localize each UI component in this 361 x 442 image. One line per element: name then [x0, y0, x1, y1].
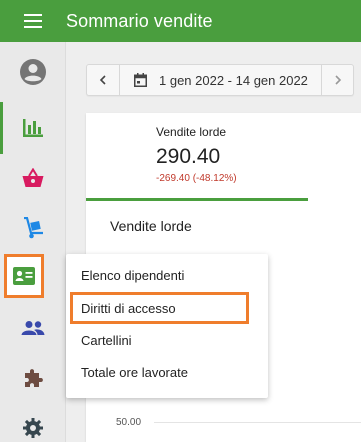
chart-title: Vendite lorde — [110, 218, 192, 234]
calendar-icon — [134, 73, 147, 87]
sidebar — [0, 42, 66, 442]
top-app-bar: Sommario vendite — [0, 0, 361, 42]
sidebar-item-inventory[interactable] — [0, 202, 66, 254]
menu-item-employee-list[interactable]: Elenco dipendenti — [66, 259, 268, 291]
sidebar-item-employees[interactable] — [4, 254, 44, 298]
metric-label: Vendite lorde — [156, 125, 227, 139]
basket-icon — [22, 168, 44, 187]
y-axis-tick-label: 50.00 — [116, 417, 142, 428]
sidebar-item-customers[interactable] — [0, 302, 66, 354]
menu-item-timecards[interactable]: Cartellini — [66, 324, 268, 356]
hand-truck-icon — [24, 217, 43, 239]
sidebar-item-integrations[interactable] — [0, 352, 66, 404]
sidebar-item-reports[interactable] — [0, 102, 66, 154]
hamburger-menu-icon[interactable] — [0, 0, 66, 42]
page-title: Sommario vendite — [66, 10, 213, 31]
account-circle-icon — [20, 59, 46, 85]
badge-icon — [13, 267, 35, 285]
date-range-display[interactable]: 1 gen 2022 - 14 gen 2022 — [120, 73, 308, 88]
metric-value: 290.40 — [156, 145, 221, 168]
sidebar-item-sales[interactable] — [0, 152, 66, 204]
date-range-text: 1 gen 2022 - 14 gen 2022 — [159, 72, 308, 88]
date-range-picker: 1 gen 2022 - 14 gen 2022 — [86, 64, 354, 96]
employee-submenu: Elenco dipendenti Diritti di accesso Car… — [66, 254, 268, 398]
menu-item-total-hours[interactable]: Totale ore lavorate — [66, 356, 268, 388]
menu-item-access-rights[interactable]: Diritti di accesso — [70, 292, 249, 324]
next-period-button[interactable] — [321, 65, 353, 95]
metric-tile-gross-sales[interactable]: Vendite lorde 290.40 -269.40 (-48.12%) — [86, 113, 308, 201]
puzzle-icon — [25, 369, 43, 387]
sidebar-item-account[interactable] — [0, 46, 66, 98]
metric-change: -269.40 (-48.12%) — [156, 173, 237, 184]
chart-gridline — [154, 422, 361, 423]
chevron-right-icon — [334, 75, 341, 85]
gear-icon — [23, 418, 43, 438]
chevron-left-icon — [99, 75, 106, 85]
sidebar-item-settings[interactable] — [0, 402, 66, 442]
bar-chart-icon — [23, 119, 43, 137]
prev-period-button[interactable] — [87, 65, 120, 95]
people-icon — [21, 321, 45, 335]
